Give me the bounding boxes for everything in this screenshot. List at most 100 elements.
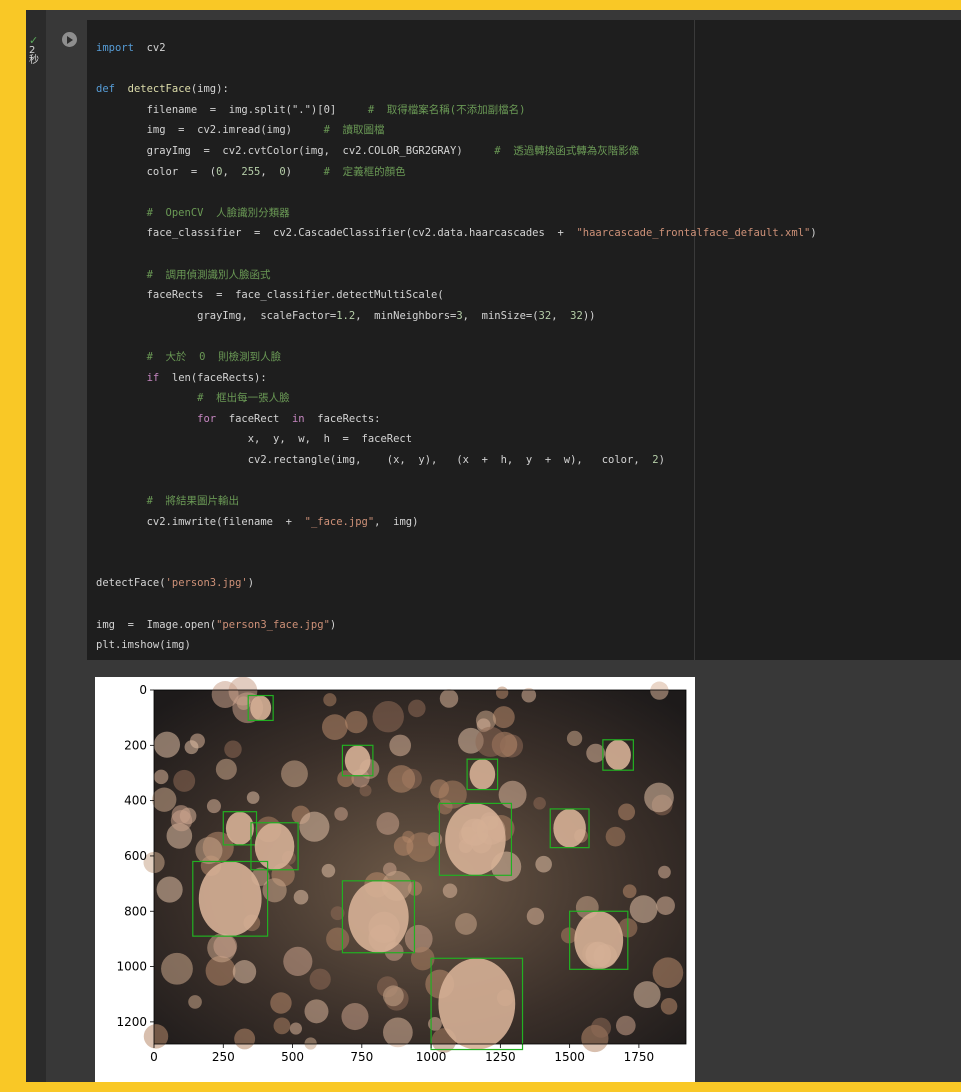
crowd-blob [644,782,674,813]
face [254,822,295,870]
execution-time-unit: 秒 [29,55,39,66]
crowd-blob [153,731,181,758]
code-token: , minNeighbors= [355,309,457,322]
code-token: plt.imshow(img) [96,639,191,652]
code-line: def detectFace(img): [96,79,817,100]
code-line: cv2.rectangle(img, (x, y), (x + h, y + w… [96,450,817,471]
code-token: cv2.rectangle(img, (x, y), (x + h, y + w… [96,453,653,466]
face [225,811,254,845]
crowd-blob [498,780,527,809]
code-token: 32 [538,309,552,322]
code-token: cv2.imwrite(filename + [96,515,305,528]
x-tick-label: 250 [212,1050,235,1064]
crowd-blob [323,693,337,707]
code-token: # 取得檔案名稱(不添加副檔名) [367,103,526,116]
face [344,745,371,776]
face [445,803,506,876]
y-tick-label: 1200 [116,1015,147,1029]
crowd-blob [389,734,412,757]
code-token: grayImg = cv2.cvtColor(img, cv2.COLOR_BG… [96,144,495,157]
code-token: ) [329,618,337,631]
crowd-blob [270,992,292,1014]
crowd-blob [184,740,199,755]
crowd-blob [211,681,239,708]
cell-gutter: ✓ 2 秒 [26,10,46,1082]
code-line: # 將結果圖片輸出 [96,491,817,512]
y-tick-label: 800 [124,904,147,918]
y-tick-label: 200 [124,738,147,752]
crowd-blob [439,689,459,708]
crowd-blob [293,889,309,905]
crowd-blob [442,883,458,899]
notebook-frame: ✓ 2 秒 import cv2 def detectFace(img): fil… [26,10,961,1082]
code-line: plt.imshow(img) [96,635,817,656]
crowd-blob [382,985,404,1007]
crowd-blob [408,699,426,718]
x-tick-label: 1000 [416,1050,447,1064]
code-token: 32 [570,309,583,322]
code-token: import [96,42,134,54]
code-line: faceRects = face_classifier.detectMultiS… [96,285,817,306]
code-token: , [260,165,280,178]
crowd-blob [591,1017,612,1038]
crowd-blob [455,913,477,935]
code-line: import cv2 [96,38,817,59]
code-token: detectFace( [96,577,166,590]
crowd-blob [143,1024,169,1049]
code-line: cv2.imwrite(filename + "_face.jpg", img) [96,512,817,533]
code-token: for [197,412,217,425]
crowd-blob [438,780,467,809]
crowd-blob [629,895,658,924]
code-token: # 透過轉換函式轉為灰階影像 [494,144,640,157]
output-figure: 0 250 500 750 1000 1250 1500 1750 0 200 400 600 800 1… [95,677,695,1082]
code-token: faceRects = face_classifier.detectMultiS… [96,289,444,302]
x-tick-label: 1500 [554,1050,585,1064]
code-token: x, y, w, h = faceRect [96,433,413,446]
code-token: ) [810,227,817,240]
crowd-blob [206,799,221,814]
x-tick-label: 0 [150,1050,158,1064]
code-line: # 調用偵測識別人臉函式 [96,265,817,286]
code-token: # 框出每一張人臉 [96,392,290,405]
crowd-blob [246,791,260,804]
code-line: grayImg = cv2.cvtColor(img, cv2.COLOR_BG… [96,141,817,162]
run-cell-button[interactable] [62,32,77,47]
code-token: # OpenCV 人臉識別分類器 [96,206,290,219]
face [438,958,516,1050]
code-token: faceRect [216,412,292,425]
code-token: # 大於 0 則檢測到人臉 [96,350,282,363]
crowd-blob [622,884,637,899]
crowd-blob [283,946,313,976]
code-token: face_classifier = cv2.CascadeClassifier(… [96,227,577,240]
crowd-blob [304,1037,317,1050]
crowd-blob [526,907,545,925]
crowd-blob [273,1017,291,1035]
code-token: # 調用偵測識別人臉函式 [96,268,271,281]
crowd-blob [633,981,661,1009]
code-token: len(faceRects): [159,371,267,384]
code-line: # 框出每一張人臉 [96,388,817,409]
crowd-blob [188,995,202,1009]
face [574,911,624,970]
code-token: in [291,412,305,425]
crowd-blob [566,730,583,747]
face [553,808,586,848]
crowd-blob [605,826,626,847]
crowd-blob [393,836,414,856]
crowd-blob [326,927,350,951]
code-editor[interactable]: import cv2 def detectFace(img): filename … [87,20,961,672]
y-tick-label: 0 [139,683,147,697]
crowd-blob [299,811,330,842]
face [469,759,496,790]
crowd-blob [321,863,336,878]
code-token: detectFace [127,83,191,96]
code-token: (img): [190,83,229,96]
crowd-blob [652,957,684,989]
code-text[interactable]: import cv2 def detectFace(img): filename … [96,38,817,676]
code-line: detectFace('person3.jpg') [96,573,817,594]
